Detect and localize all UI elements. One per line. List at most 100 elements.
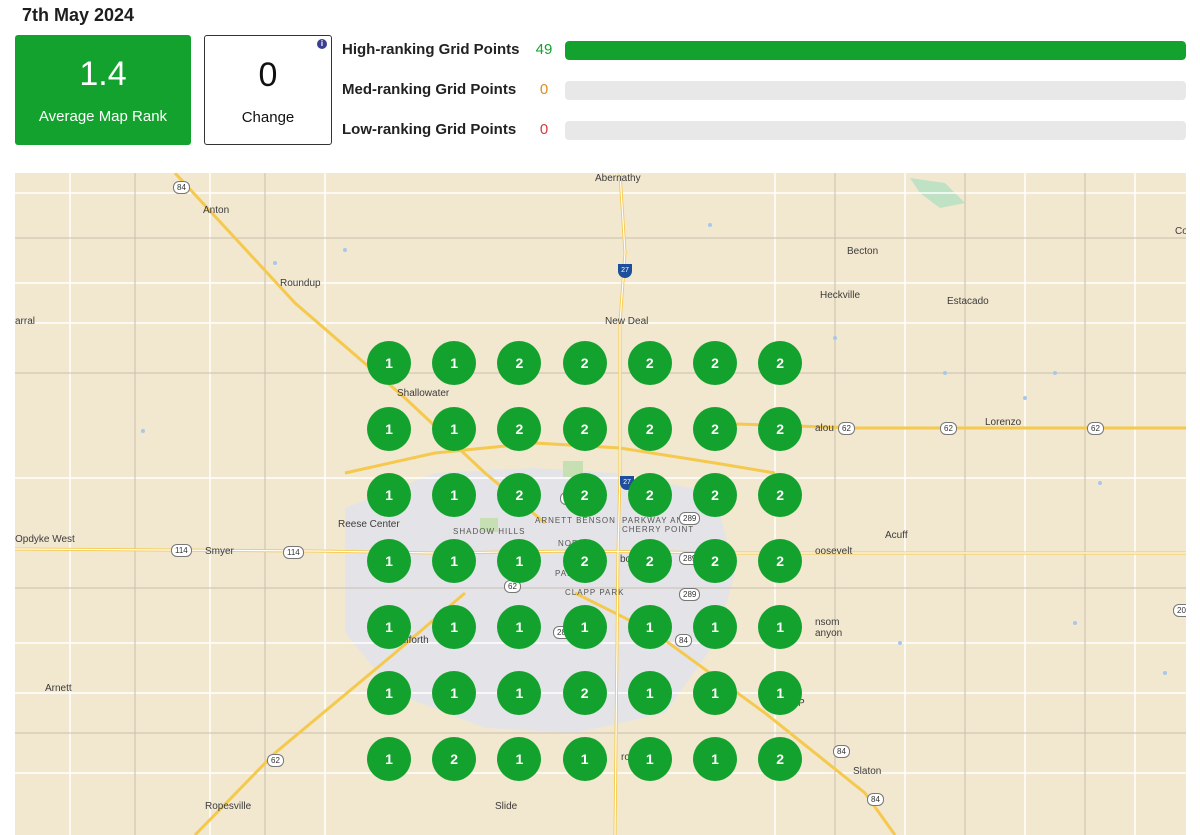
place-label: alou bbox=[815, 423, 834, 434]
place-label: Becton bbox=[847, 246, 879, 257]
grid-point-marker[interactable]: 2 bbox=[627, 407, 672, 451]
place-label: Slide bbox=[495, 801, 518, 812]
place-label: anyon bbox=[815, 628, 843, 639]
district-label: ARNETT BENSON bbox=[535, 516, 616, 525]
grid-point-marker[interactable]: 2 bbox=[627, 341, 672, 385]
route-shield: 114 bbox=[283, 546, 304, 559]
average-rank-value: 1.4 bbox=[79, 55, 127, 93]
route-shield: 84 bbox=[867, 793, 884, 806]
place-label: Shallowater bbox=[397, 388, 450, 399]
grid-point-marker[interactable]: 2 bbox=[562, 473, 607, 517]
grid-point-marker[interactable]: 1 bbox=[758, 605, 803, 649]
grid-point-marker[interactable]: 1 bbox=[367, 671, 411, 715]
place-label: oosevelt bbox=[815, 546, 853, 557]
place-label: Roundup bbox=[280, 278, 321, 289]
grid-point-marker[interactable]: 2 bbox=[758, 341, 803, 385]
route-shield: 84 bbox=[833, 745, 850, 758]
grid-point-marker[interactable]: 1 bbox=[432, 341, 477, 385]
route-shield: 207 bbox=[1173, 604, 1186, 617]
grid-point-marker[interactable]: 1 bbox=[367, 737, 411, 781]
grid-point-marker[interactable]: 1 bbox=[627, 737, 672, 781]
grid-point-marker[interactable]: 1 bbox=[367, 341, 411, 385]
route-shield: 62 bbox=[838, 422, 855, 435]
high-ranking-bar bbox=[565, 41, 1186, 60]
route-shield: 84 bbox=[675, 634, 692, 647]
grid-point-marker[interactable]: 2 bbox=[758, 473, 803, 517]
average-rank-label: Average Map Rank bbox=[38, 108, 168, 125]
place-label: Reese Center bbox=[338, 519, 400, 530]
high-ranking-label: High-ranking Grid Points bbox=[342, 41, 520, 58]
grid-point-marker[interactable]: 1 bbox=[693, 605, 737, 649]
grid-point-marker[interactable]: 1 bbox=[758, 671, 803, 715]
grid-point-marker[interactable]: 1 bbox=[562, 737, 607, 781]
low-ranking-count: 0 bbox=[539, 121, 549, 138]
change-label: Change bbox=[241, 109, 295, 126]
grid-point-marker[interactable]: 1 bbox=[693, 671, 737, 715]
grid-point-marker[interactable]: 2 bbox=[562, 341, 607, 385]
route-shield: 289 bbox=[679, 588, 701, 601]
place-label: Anton bbox=[203, 205, 230, 216]
grid-point-marker[interactable]: 2 bbox=[432, 737, 477, 781]
grid-point-marker[interactable]: 1 bbox=[367, 407, 411, 451]
interstate-shield: 27 bbox=[618, 264, 632, 278]
grid-point-marker[interactable]: 2 bbox=[627, 539, 672, 583]
change-value: 0 bbox=[258, 56, 278, 94]
grid-point-marker[interactable]: 2 bbox=[693, 473, 737, 517]
district-label: CLAPP PARK bbox=[565, 588, 625, 597]
route-shield: 114 bbox=[171, 544, 192, 557]
low-ranking-bar bbox=[565, 121, 1186, 140]
grid-point-marker[interactable]: 2 bbox=[627, 473, 672, 517]
med-ranking-bar bbox=[565, 81, 1186, 100]
grid-point-marker[interactable]: 2 bbox=[758, 737, 803, 781]
route-shield: 62 bbox=[1087, 422, 1104, 435]
place-label: Ropesville bbox=[205, 801, 252, 812]
grid-point-marker[interactable]: 2 bbox=[562, 407, 607, 451]
place-label: nsom bbox=[815, 617, 840, 628]
grid-point-marker[interactable]: 2 bbox=[562, 539, 607, 583]
district-label: SHADOW HILLS bbox=[453, 527, 526, 536]
grid-point-marker[interactable]: 1 bbox=[627, 605, 672, 649]
grid-point-marker[interactable]: 2 bbox=[693, 407, 737, 451]
grid-point-marker[interactable]: 1 bbox=[627, 671, 672, 715]
grid-point-marker[interactable]: 2 bbox=[758, 407, 803, 451]
grid-point-marker[interactable]: 1 bbox=[432, 671, 477, 715]
place-label: Abernathy bbox=[595, 173, 641, 184]
grid-point-marker[interactable]: 2 bbox=[562, 671, 607, 715]
place-label: Opdyke West bbox=[15, 534, 75, 545]
place-label: Acuff bbox=[885, 530, 908, 541]
route-shield: 289 bbox=[679, 512, 701, 525]
place-label: Co bbox=[1175, 226, 1186, 237]
grid-point-marker[interactable]: 1 bbox=[562, 605, 607, 649]
place-label: arral bbox=[15, 316, 36, 327]
low-ranking-label: Low-ranking Grid Points bbox=[342, 121, 517, 138]
place-label: Arnett bbox=[45, 683, 72, 694]
district-label: CHERRY POINT bbox=[622, 525, 695, 534]
grid-point-marker[interactable]: 1 bbox=[432, 407, 477, 451]
report-date: 7th May 2024 bbox=[22, 5, 135, 25]
med-ranking-label: Med-ranking Grid Points bbox=[342, 81, 517, 98]
route-shield: 62 bbox=[267, 754, 284, 767]
place-label: Lorenzo bbox=[985, 417, 1022, 428]
grid-point-marker[interactable]: 2 bbox=[758, 539, 803, 583]
grid-point-marker[interactable]: 2 bbox=[693, 341, 737, 385]
info-icon[interactable]: i bbox=[317, 39, 327, 49]
place-label: Heckville bbox=[820, 290, 861, 301]
grid-point-marker[interactable]: 2 bbox=[693, 539, 737, 583]
grid-point-marker[interactable]: 1 bbox=[432, 539, 477, 583]
change-card: i 0 Change bbox=[204, 35, 332, 145]
grid-point-marker[interactable]: 1 bbox=[367, 539, 411, 583]
route-shield: 84 bbox=[173, 181, 190, 194]
grid-point-marker[interactable]: 1 bbox=[367, 473, 411, 517]
map-view[interactable]: Abernathy Anton Becton Co Roundup Heckvi… bbox=[15, 173, 1186, 835]
place-label: Smyer bbox=[205, 546, 234, 557]
route-shield: 62 bbox=[940, 422, 957, 435]
med-ranking-count: 0 bbox=[539, 81, 549, 98]
grid-point-marker[interactable]: 1 bbox=[367, 605, 411, 649]
high-ranking-bar-fill bbox=[565, 41, 1186, 60]
grid-point-marker[interactable]: 1 bbox=[432, 605, 477, 649]
grid-point-marker[interactable]: 1 bbox=[432, 473, 477, 517]
place-label: Estacado bbox=[947, 296, 989, 307]
high-ranking-count: 49 bbox=[535, 41, 553, 58]
grid-point-marker[interactable]: 1 bbox=[693, 737, 737, 781]
place-label: Slaton bbox=[853, 766, 882, 777]
